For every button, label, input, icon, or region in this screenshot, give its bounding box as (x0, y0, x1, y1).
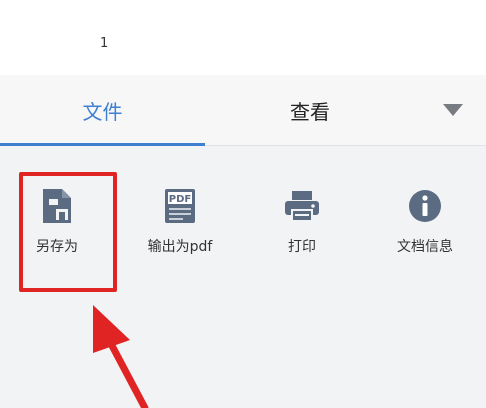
document-info-button[interactable]: 文档信息 (375, 186, 475, 266)
tab-view[interactable]: 查看 (205, 75, 415, 145)
info-icon (405, 186, 445, 226)
tab-file[interactable]: 文件 (0, 75, 205, 145)
pdf-icon: PDF (160, 186, 200, 226)
tab-file-label: 文件 (82, 99, 123, 124)
annotation-highlight-box (19, 172, 117, 292)
app-screen: 1 文件 查看 另存为 PDF 输出为pdf 打印 文档信息 (0, 0, 486, 408)
print-button[interactable]: 打印 (252, 186, 352, 266)
svg-text:PDF: PDF (169, 194, 191, 205)
tab-bar: 文件 查看 (0, 75, 486, 146)
export-pdf-button[interactable]: PDF 输出为pdf (130, 186, 230, 266)
export-pdf-label: 输出为pdf (147, 239, 213, 255)
tab-view-label: 查看 (290, 99, 330, 124)
page-number: 1 (100, 36, 109, 51)
document-info-label: 文档信息 (397, 239, 453, 255)
printer-icon (282, 186, 322, 226)
print-label: 打印 (288, 239, 316, 255)
collapse-panel-icon[interactable] (443, 104, 463, 116)
document-view[interactable]: 1 (0, 0, 486, 75)
